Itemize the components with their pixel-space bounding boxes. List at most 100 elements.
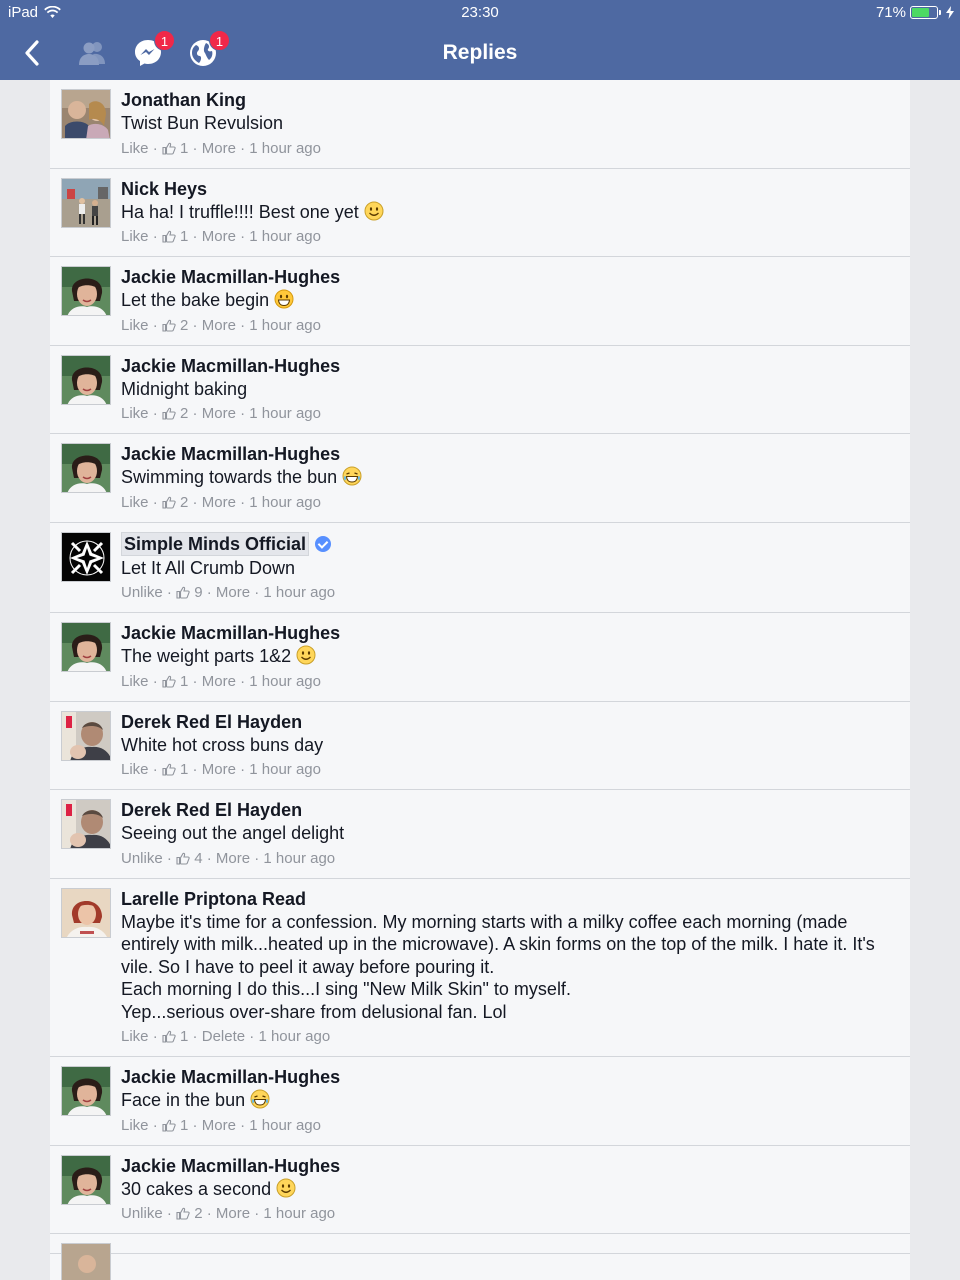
like-count[interactable]: 4 — [194, 850, 202, 867]
author-name[interactable]: Jackie Macmillan-Hughes — [121, 443, 340, 465]
author-row: Derek Red El Hayden — [121, 799, 898, 821]
author-name[interactable]: Derek Red El Hayden — [121, 711, 302, 733]
author-name[interactable]: Jackie Macmillan-Hughes — [121, 1066, 340, 1088]
reply-item: Larelle Priptona Read Maybe it's time for… — [50, 878, 910, 1057]
reply-meta: Unlike · 9 · More · 1 hour ago — [121, 584, 336, 601]
like-count[interactable]: 1 — [180, 673, 188, 690]
more-action[interactable]: More — [202, 405, 236, 422]
more-action[interactable]: More — [202, 494, 236, 511]
like-action[interactable]: Like — [121, 140, 149, 157]
reply-item: Jonathan King Twist Bun Revulsion Like · 1… — [50, 80, 910, 169]
like-count[interactable]: 2 — [194, 1205, 202, 1222]
like-count[interactable]: 1 — [180, 228, 188, 245]
reply-item: Jackie Macmillan-Hughes Let the bake begi… — [50, 257, 910, 346]
more-action[interactable]: More — [202, 1117, 236, 1134]
reply-text-line: Yep...serious over-share from delusional… — [121, 1001, 507, 1022]
like-action[interactable]: Like — [121, 1028, 149, 1045]
timestamp: 1 hour ago — [249, 139, 321, 157]
more-action[interactable]: More — [216, 1205, 250, 1222]
like-action[interactable]: Unlike — [121, 850, 163, 867]
author-row: Jackie Macmillan-Hughes — [121, 622, 898, 644]
like-count[interactable]: 2 — [180, 405, 188, 422]
like-action[interactable]: Like — [121, 494, 149, 511]
like-action[interactable]: Like — [121, 317, 149, 334]
more-action[interactable]: Delete — [202, 1028, 245, 1045]
reply-text-line: Maybe it's time for a confession. My mor… — [121, 911, 875, 977]
reply-meta: Like · 2 · More · 1 hour ago — [121, 316, 321, 334]
like-count[interactable]: 2 — [180, 317, 188, 334]
timestamp: 1 hour ago — [249, 493, 321, 511]
avatar[interactable] — [61, 266, 111, 316]
like-count[interactable]: 1 — [180, 1117, 188, 1134]
like-count[interactable]: 9 — [194, 584, 202, 601]
like-action[interactable]: Unlike — [121, 584, 163, 601]
like-thumb-icon — [176, 852, 190, 865]
like-action[interactable]: Like — [121, 405, 149, 422]
reply-item: Simple Minds Official Let It All Crumb Do… — [50, 522, 910, 613]
like-action[interactable]: Unlike — [121, 1205, 163, 1222]
author-row: Simple Minds Official — [121, 531, 898, 556]
author-name[interactable]: Larelle Priptona Read — [121, 888, 306, 910]
reply-meta: Unlike · 4 · More · 1 hour ago — [121, 849, 336, 867]
author-name[interactable]: Jackie Macmillan-Hughes — [121, 1155, 340, 1177]
reply-text: Maybe it's time for a confession. My mor… — [121, 911, 898, 1024]
avatar[interactable] — [61, 354, 111, 405]
avatar[interactable] — [61, 1066, 111, 1116]
more-action[interactable]: More — [216, 584, 250, 601]
reply-text: White hot cross buns day — [121, 734, 898, 757]
avatar[interactable] — [61, 622, 111, 672]
reply-text-line: Twist Bun Revulsion — [121, 113, 284, 133]
like-count[interactable]: 2 — [180, 494, 188, 511]
reply-meta: Like · 1 · More · 1 hour ago — [121, 1116, 321, 1134]
avatar[interactable] — [61, 887, 111, 938]
timestamp: 1 hour ago — [263, 1205, 336, 1222]
battery-percent: 71% — [875, 4, 906, 21]
like-action[interactable]: Like — [121, 761, 149, 778]
avatar[interactable] — [61, 1243, 111, 1280]
timestamp: 1 hour ago — [263, 584, 336, 601]
reply-item: Jackie Macmillan-Hughes Swimming towards … — [50, 434, 910, 523]
avatar[interactable] — [61, 89, 111, 139]
author-name[interactable]: Jonathan King — [121, 89, 246, 111]
more-action[interactable]: More — [202, 673, 236, 690]
reply-text-line: Midnight baking — [121, 378, 248, 399]
like-count[interactable]: 1 — [180, 761, 188, 778]
author-name[interactable]: Jackie Macmillan-Hughes — [121, 266, 340, 288]
more-action[interactable]: More — [202, 317, 236, 334]
like-action[interactable]: Like — [121, 673, 149, 690]
reply-text: Seeing out the angel delight — [121, 822, 898, 845]
timestamp: 1 hour ago — [249, 761, 321, 778]
like-count[interactable]: 1 — [180, 1028, 188, 1045]
like-thumb-icon — [162, 230, 176, 243]
avatar[interactable] — [61, 531, 111, 582]
more-action[interactable]: More — [202, 228, 236, 245]
laugh-emoji-icon — [250, 1089, 270, 1109]
author-name[interactable]: Jackie Macmillan-Hughes — [121, 622, 340, 644]
charging-icon — [946, 6, 954, 19]
replies-list[interactable]: Jonathan King Twist Bun Revulsion Like · 1… — [50, 80, 910, 1280]
more-action[interactable]: More — [202, 140, 236, 157]
reply-text-line: 30 cakes a second — [121, 1178, 272, 1199]
reply-text-line: The weight parts 1&2 — [121, 646, 292, 666]
author-name[interactable]: Simple Minds Official — [121, 531, 310, 556]
like-action[interactable]: Like — [121, 228, 149, 245]
reply-item: Derek Red El Hayden Seeing out the angel … — [50, 790, 910, 879]
reply-meta: Like · 2 · More · 1 hour ago — [121, 405, 321, 422]
reply-meta: Like · 2 · More · 1 hour ago — [121, 493, 321, 511]
author-name[interactable]: Jackie Macmillan-Hughes — [121, 355, 340, 377]
reply-item: Derek Red El Hayden White hot cross buns … — [50, 701, 910, 790]
avatar[interactable] — [61, 1154, 111, 1205]
app: iPad 23:30 71% 1 1 Replies Jonathan King… — [0, 0, 960, 1280]
author-name[interactable]: Derek Red El Hayden — [121, 799, 302, 821]
avatar[interactable] — [61, 177, 111, 228]
more-action[interactable]: More — [202, 761, 236, 778]
more-action[interactable]: More — [216, 850, 250, 867]
author-name[interactable]: Nick Heys — [121, 178, 207, 200]
avatar[interactable] — [61, 443, 111, 493]
avatar[interactable] — [61, 710, 111, 761]
author-row: Larelle Priptona Read — [121, 888, 898, 910]
avatar[interactable] — [61, 799, 111, 849]
like-count[interactable]: 1 — [180, 140, 188, 157]
like-action[interactable]: Like — [121, 1117, 149, 1134]
grin-emoji-icon — [274, 289, 294, 309]
